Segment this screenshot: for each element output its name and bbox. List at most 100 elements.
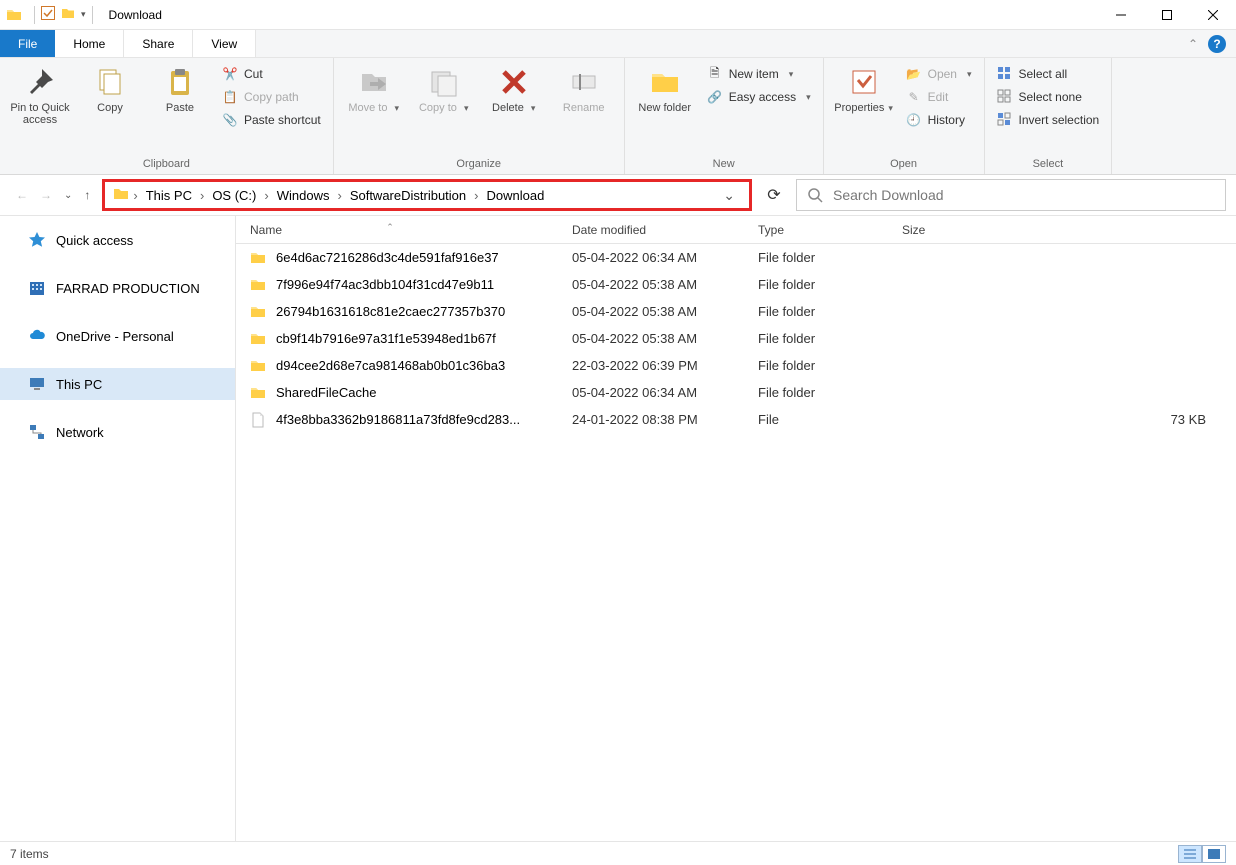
group-select: Select all Select none Invert selection … [985,58,1113,174]
crumb-this-pc[interactable]: This PC [142,188,196,203]
cloud-icon [28,327,46,345]
sidebar-this-pc[interactable]: This PC [0,368,235,400]
tab-view[interactable]: View [193,30,256,57]
back-button[interactable]: ← [16,188,28,202]
group-clipboard: Pin to Quick access Copy Paste ✂️Cut 📋Co… [0,58,334,174]
file-row[interactable]: 26794b1631618c81e2caec277357b37005-04-20… [236,298,1236,325]
up-button[interactable]: ↑ [84,188,90,202]
file-type: File folder [744,385,888,400]
paste-button[interactable]: Paste [148,62,212,114]
details-view-button[interactable] [1178,845,1202,863]
paste-shortcut-button[interactable]: 📎Paste shortcut [218,110,325,130]
title-bar: ▾ Download [0,0,1236,30]
file-row[interactable]: 4f3e8bba3362b9186811a73fd8fe9cd283...24-… [236,406,1236,433]
app-folder-icon [6,7,22,23]
new-item-button[interactable]: 🗎New item▾ [703,64,815,84]
sidebar-onedrive[interactable]: OneDrive - Personal [0,320,235,352]
group-new-label: New [633,156,815,172]
group-organize: Move to ▾ Copy to ▾ Delete ▾ Rename Orga… [334,58,625,174]
move-to-button[interactable]: Move to ▾ [342,62,406,114]
file-name: SharedFileCache [276,385,376,400]
cut-button[interactable]: ✂️Cut [218,64,325,84]
monitor-icon [28,375,46,393]
minimize-button[interactable] [1098,0,1144,30]
sidebar-network[interactable]: Network [0,416,235,448]
sidebar-farrad[interactable]: FARRAD PRODUCTION [0,272,235,304]
file-date: 05-04-2022 06:34 AM [558,250,744,265]
file-name: cb9f14b7916e97a31f1e53948ed1b67f [276,331,496,346]
address-bar[interactable]: › This PC › OS (C:) › Windows › Software… [102,179,752,211]
file-type: File folder [744,277,888,292]
file-date: 05-04-2022 05:38 AM [558,304,744,319]
address-folder-icon [113,186,129,205]
refresh-button[interactable]: ⟳ [758,179,790,211]
select-none-button[interactable]: Select none [993,87,1104,107]
easy-access-button[interactable]: 🔗Easy access▾ [703,87,815,107]
copy-path-button[interactable]: 📋Copy path [218,87,325,107]
tabs-row: File Home Share View ⌃ ? [0,30,1236,58]
file-list: Name⌃ Date modified Type Size 6e4d6ac721… [236,216,1236,841]
file-row[interactable]: SharedFileCache 05-04-2022 06:34 AMFile f… [236,379,1236,406]
address-history-dropdown[interactable]: ⌄ [717,187,741,204]
history-button[interactable]: 🕘History [902,110,976,130]
tab-file[interactable]: File [0,30,55,57]
rename-button[interactable]: Rename [552,62,616,114]
qat-folder-icon[interactable] [61,6,75,23]
file-type: File folder [744,358,888,373]
sidebar: Quick access FARRAD PRODUCTION OneDrive … [0,216,236,841]
invert-selection-button[interactable]: Invert selection [993,110,1104,130]
close-button[interactable] [1190,0,1236,30]
crumb-download[interactable]: Download [482,188,548,203]
crumb-softwaredistribution[interactable]: SoftwareDistribution [346,188,470,203]
delete-button[interactable]: Delete ▾ [482,62,546,114]
pin-label: Pin to Quick access [8,102,72,126]
maximize-button[interactable] [1144,0,1190,30]
file-size: 73 KB [888,412,1236,427]
group-open: Properties▾ 📂Open▾ ✎Edit 🕘History Open [824,58,985,174]
ribbon: Pin to Quick access Copy Paste ✂️Cut 📋Co… [0,58,1236,175]
tab-share[interactable]: Share [124,30,193,57]
nav-row: ← → ⌄ ↑ › This PC › OS (C:) › Windows › … [0,175,1236,215]
col-size[interactable]: Size [888,223,1236,237]
col-date[interactable]: Date modified [558,223,744,237]
file-row[interactable]: d94cee2d68e7ca981468ab0b01c36ba322-03-20… [236,352,1236,379]
star-icon [28,231,46,249]
col-name[interactable]: Name⌃ [236,223,558,237]
pin-to-quick-access-button[interactable]: Pin to Quick access [8,62,72,126]
large-icons-view-button[interactable] [1202,845,1226,863]
file-row[interactable]: cb9f14b7916e97a31f1e53948ed1b67f05-04-20… [236,325,1236,352]
group-clipboard-label: Clipboard [8,156,325,172]
new-folder-button[interactable]: New folder [633,62,697,114]
folder-icon [250,385,266,401]
select-all-button[interactable]: Select all [993,64,1104,84]
file-row[interactable]: 6e4d6ac7216286d3c4de591faf916e3705-04-20… [236,244,1236,271]
recent-locations-button[interactable]: ⌄ [64,190,72,201]
forward-button[interactable]: → [40,188,52,202]
copy-to-button[interactable]: Copy to ▾ [412,62,476,114]
crumb-windows[interactable]: Windows [273,188,334,203]
properties-button[interactable]: Properties▾ [832,62,896,114]
col-type[interactable]: Type [744,223,888,237]
collapse-ribbon-icon[interactable]: ⌃ [1188,37,1198,51]
qat-checkbox-icon[interactable] [41,6,55,23]
qat-dropdown-icon[interactable]: ▾ [81,9,86,20]
tab-home[interactable]: Home [55,30,124,57]
file-date: 05-04-2022 06:34 AM [558,385,744,400]
search-box[interactable]: Search Download [796,179,1226,211]
main-area: Quick access FARRAD PRODUCTION OneDrive … [0,215,1236,841]
help-icon[interactable]: ? [1208,35,1226,53]
file-row[interactable]: 7f996e94f74ac3dbb104f31cd47e9b1105-04-20… [236,271,1236,298]
folder-icon [250,331,266,347]
status-bar: 7 items [0,841,1236,865]
crumb-os-c[interactable]: OS (C:) [208,188,260,203]
column-headers: Name⌃ Date modified Type Size [236,216,1236,244]
open-button[interactable]: 📂Open▾ [902,64,976,84]
copy-button[interactable]: Copy [78,62,142,114]
view-toggle [1178,845,1226,863]
file-type: File folder [744,304,888,319]
search-icon [807,187,823,203]
sidebar-quick-access[interactable]: Quick access [0,224,235,256]
edit-button[interactable]: ✎Edit [902,87,976,107]
window-title: Download [109,8,162,22]
folder-icon [250,358,266,374]
